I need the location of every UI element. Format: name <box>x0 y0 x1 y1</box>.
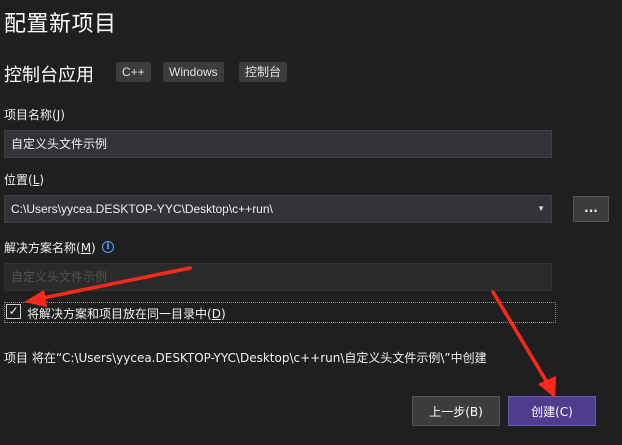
location-value: C:\Users\yycea.DESKTOP-YYC\Desktop\c++ru… <box>11 202 273 216</box>
tag-windows: Windows <box>163 62 224 82</box>
creation-path-summary: 项目 将在“C:\Users\yycea.DESKTOP-YYC\Desktop… <box>4 351 487 365</box>
same-directory-label[interactable]: 将解决方案和项目放在同一目录中(D) <box>27 305 226 322</box>
location-label-end: ) <box>39 173 45 187</box>
same-directory-label-text: 将解决方案和项目放在同一目录中( <box>27 307 212 321</box>
solution-name-label-end: ) <box>91 241 96 255</box>
solution-name-label-text: 解决方案名称( <box>4 241 81 255</box>
location-label: 位置(L) <box>4 171 44 188</box>
create-button[interactable]: 创建(C) <box>508 396 596 426</box>
location-combobox[interactable]: C:\Users\yycea.DESKTOP-YYC\Desktop\c++ru… <box>4 195 552 223</box>
project-name-label: 项目名称(J) <box>4 106 65 123</box>
solution-name-input: 自定义头文件示例 <box>4 263 552 291</box>
solution-name-label: 解决方案名称(M) <box>4 239 96 256</box>
project-name-label-text: 项目名称( <box>4 108 57 122</box>
same-directory-label-end: ) <box>220 307 226 321</box>
project-name-input[interactable]: 自定义头文件示例 <box>4 130 552 158</box>
tag-console: 控制台 <box>239 62 288 82</box>
page-title: 配置新项目 <box>4 12 117 37</box>
tag-cpp: C++ <box>116 62 151 82</box>
same-directory-option[interactable]: ✓ 将解决方案和项目放在同一目录中(D) <box>4 302 556 323</box>
template-name: 控制台应用 <box>4 65 94 86</box>
same-directory-checkbox[interactable]: ✓ <box>6 304 21 319</box>
same-directory-hotkey: D <box>211 307 221 321</box>
location-label-text: 位置( <box>4 173 33 187</box>
project-name-label-end: ) <box>60 108 65 122</box>
back-button[interactable]: 上一步(B) <box>412 396 500 426</box>
dropdown-arrow-icon[interactable]: ▼ <box>537 196 545 222</box>
solution-name-hotkey: M <box>80 241 92 255</box>
browse-button[interactable]: ... <box>573 196 609 222</box>
info-icon[interactable]: i <box>102 241 114 253</box>
